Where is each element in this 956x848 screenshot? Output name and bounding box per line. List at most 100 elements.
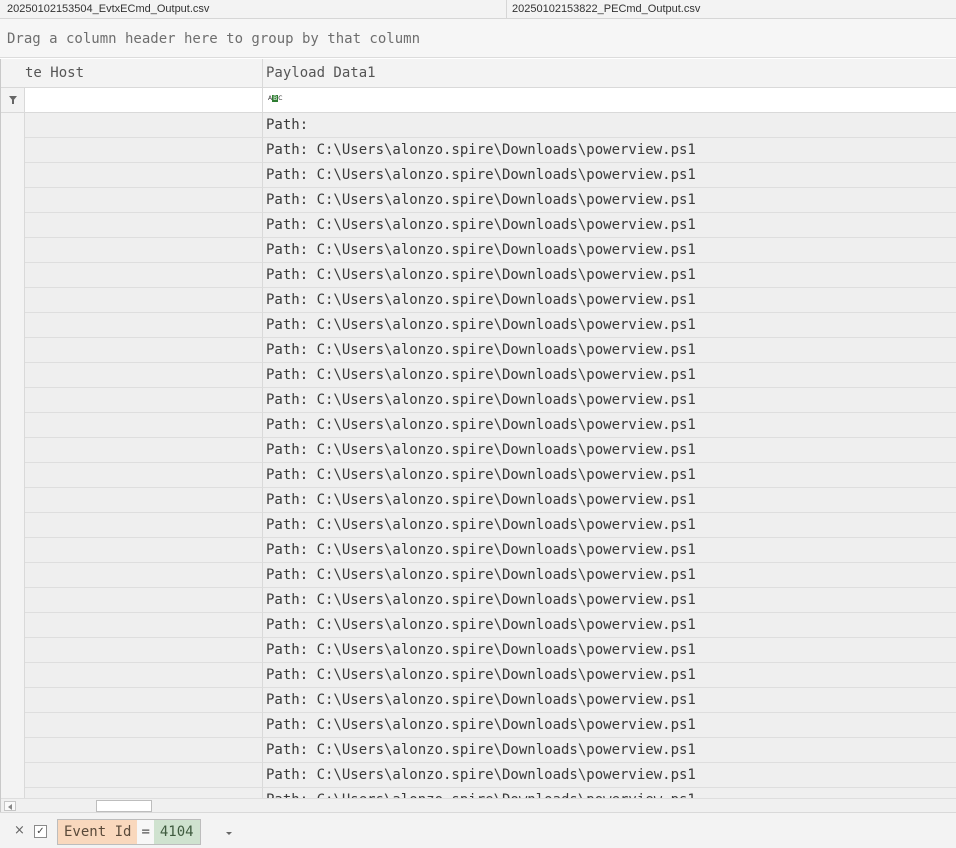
row-indicator[interactable] xyxy=(1,588,25,613)
cell-remote-host[interactable] xyxy=(25,763,262,788)
filter-cell-payload-data1[interactable]: ABC xyxy=(262,88,956,112)
cell-remote-host[interactable] xyxy=(25,338,262,363)
table-row[interactable]: Path: xyxy=(1,113,956,138)
row-indicator[interactable] xyxy=(1,413,25,438)
table-row[interactable]: Path: C:\Users\alonzo.spire\Downloads\po… xyxy=(1,188,956,213)
row-indicator[interactable] xyxy=(1,613,25,638)
cell-payload-data1[interactable]: Path: C:\Users\alonzo.spire\Downloads\po… xyxy=(262,763,956,788)
cell-payload-data1[interactable]: Path: C:\Users\alonzo.spire\Downloads\po… xyxy=(262,738,956,763)
cell-payload-data1[interactable]: Path: C:\Users\alonzo.spire\Downloads\po… xyxy=(262,588,956,613)
table-row[interactable]: Path: C:\Users\alonzo.spire\Downloads\po… xyxy=(1,238,956,263)
table-row[interactable]: Path: C:\Users\alonzo.spire\Downloads\po… xyxy=(1,713,956,738)
row-indicator[interactable] xyxy=(1,738,25,763)
cell-payload-data1[interactable]: Path: C:\Users\alonzo.spire\Downloads\po… xyxy=(262,413,956,438)
table-row[interactable]: Path: C:\Users\alonzo.spire\Downloads\po… xyxy=(1,213,956,238)
cell-remote-host[interactable] xyxy=(25,688,262,713)
cell-payload-data1[interactable]: Path: C:\Users\alonzo.spire\Downloads\po… xyxy=(262,238,956,263)
row-indicator[interactable] xyxy=(1,638,25,663)
table-row[interactable]: Path: C:\Users\alonzo.spire\Downloads\po… xyxy=(1,538,956,563)
cell-remote-host[interactable] xyxy=(25,638,262,663)
table-row[interactable]: Path: C:\Users\alonzo.spire\Downloads\po… xyxy=(1,288,956,313)
table-row[interactable]: Path: C:\Users\alonzo.spire\Downloads\po… xyxy=(1,513,956,538)
cell-remote-host[interactable] xyxy=(25,788,262,798)
cell-remote-host[interactable] xyxy=(25,463,262,488)
cell-payload-data1[interactable]: Path: C:\Users\alonzo.spire\Downloads\po… xyxy=(262,188,956,213)
cell-remote-host[interactable] xyxy=(25,163,262,188)
filter-criteria[interactable]: Event Id = 4104 xyxy=(57,819,201,845)
row-indicator[interactable] xyxy=(1,238,25,263)
enable-filter-checkbox[interactable]: ✓ xyxy=(34,825,47,838)
scroll-thumb[interactable] xyxy=(96,800,152,812)
cell-payload-data1[interactable]: Path: C:\Users\alonzo.spire\Downloads\po… xyxy=(262,538,956,563)
tab-pecmd-output[interactable]: 20250102153822_PECmd_Output.csv xyxy=(507,0,956,18)
row-indicator[interactable] xyxy=(1,688,25,713)
row-indicator[interactable] xyxy=(1,313,25,338)
cell-remote-host[interactable] xyxy=(25,138,262,163)
table-row[interactable]: Path: C:\Users\alonzo.spire\Downloads\po… xyxy=(1,313,956,338)
cell-remote-host[interactable] xyxy=(25,263,262,288)
cell-payload-data1[interactable]: Path: C:\Users\alonzo.spire\Downloads\po… xyxy=(262,713,956,738)
column-header-remote-host[interactable]: te Host xyxy=(25,59,261,87)
tab-evtxecmd-output[interactable]: 20250102153504_EvtxECmd_Output.csv xyxy=(0,0,507,18)
row-indicator[interactable] xyxy=(1,563,25,588)
row-indicator[interactable] xyxy=(1,538,25,563)
table-row[interactable]: Path: C:\Users\alonzo.spire\Downloads\po… xyxy=(1,588,956,613)
row-indicator[interactable] xyxy=(1,713,25,738)
row-indicator[interactable] xyxy=(1,338,25,363)
table-row[interactable]: Path: C:\Users\alonzo.spire\Downloads\po… xyxy=(1,438,956,463)
row-indicator[interactable] xyxy=(1,288,25,313)
row-indicator[interactable] xyxy=(1,363,25,388)
cell-remote-host[interactable] xyxy=(25,313,262,338)
cell-remote-host[interactable] xyxy=(25,488,262,513)
cell-payload-data1[interactable]: Path: C:\Users\alonzo.spire\Downloads\po… xyxy=(262,263,956,288)
cell-remote-host[interactable] xyxy=(25,238,262,263)
row-indicator[interactable] xyxy=(1,463,25,488)
row-indicator[interactable] xyxy=(1,263,25,288)
cell-remote-host[interactable] xyxy=(25,388,262,413)
cell-payload-data1[interactable]: Path: C:\Users\alonzo.spire\Downloads\po… xyxy=(262,688,956,713)
cell-payload-data1[interactable]: Path: C:\Users\alonzo.spire\Downloads\po… xyxy=(262,563,956,588)
cell-payload-data1[interactable]: Path: C:\Users\alonzo.spire\Downloads\po… xyxy=(262,513,956,538)
row-indicator[interactable] xyxy=(1,513,25,538)
scroll-left-arrow-icon[interactable] xyxy=(4,801,16,811)
table-row[interactable]: Path: C:\Users\alonzo.spire\Downloads\po… xyxy=(1,688,956,713)
cell-remote-host[interactable] xyxy=(25,213,262,238)
cell-payload-data1[interactable]: Path: C:\Users\alonzo.spire\Downloads\po… xyxy=(262,388,956,413)
row-indicator[interactable] xyxy=(1,163,25,188)
cell-payload-data1[interactable]: Path: xyxy=(262,113,956,138)
table-row[interactable]: Path: C:\Users\alonzo.spire\Downloads\po… xyxy=(1,463,956,488)
table-row[interactable]: Path: C:\Users\alonzo.spire\Downloads\po… xyxy=(1,163,956,188)
cell-remote-host[interactable] xyxy=(25,413,262,438)
row-indicator[interactable] xyxy=(1,213,25,238)
cell-remote-host[interactable] xyxy=(25,713,262,738)
cell-payload-data1[interactable]: Path: C:\Users\alonzo.spire\Downloads\po… xyxy=(262,463,956,488)
table-row[interactable]: Path: C:\Users\alonzo.spire\Downloads\po… xyxy=(1,763,956,788)
table-row[interactable]: Path: C:\Users\alonzo.spire\Downloads\po… xyxy=(1,338,956,363)
column-header-payload-data1[interactable]: Payload Data1 xyxy=(262,59,956,87)
table-row[interactable]: Path: C:\Users\alonzo.spire\Downloads\po… xyxy=(1,613,956,638)
table-row[interactable]: Path: C:\Users\alonzo.spire\Downloads\po… xyxy=(1,638,956,663)
filter-dropdown-chevron-down-icon[interactable] xyxy=(226,832,232,835)
row-indicator[interactable] xyxy=(1,113,25,138)
cell-payload-data1[interactable]: Path: C:\Users\alonzo.spire\Downloads\po… xyxy=(262,313,956,338)
table-row[interactable]: Path: C:\Users\alonzo.spire\Downloads\po… xyxy=(1,788,956,798)
table-row[interactable]: Path: C:\Users\alonzo.spire\Downloads\po… xyxy=(1,388,956,413)
table-row[interactable]: Path: C:\Users\alonzo.spire\Downloads\po… xyxy=(1,363,956,388)
horizontal-scrollbar[interactable] xyxy=(1,798,956,812)
cell-remote-host[interactable] xyxy=(25,188,262,213)
cell-payload-data1[interactable]: Path: C:\Users\alonzo.spire\Downloads\po… xyxy=(262,338,956,363)
table-row[interactable]: Path: C:\Users\alonzo.spire\Downloads\po… xyxy=(1,488,956,513)
cell-payload-data1[interactable]: Path: C:\Users\alonzo.spire\Downloads\po… xyxy=(262,638,956,663)
cell-remote-host[interactable] xyxy=(25,363,262,388)
table-row[interactable]: Path: C:\Users\alonzo.spire\Downloads\po… xyxy=(1,563,956,588)
filter-cell-remote-host[interactable] xyxy=(25,88,262,112)
cell-payload-data1[interactable]: Path: C:\Users\alonzo.spire\Downloads\po… xyxy=(262,138,956,163)
cell-remote-host[interactable] xyxy=(25,563,262,588)
cell-remote-host[interactable] xyxy=(25,588,262,613)
cell-remote-host[interactable] xyxy=(25,513,262,538)
cell-payload-data1[interactable]: Path: C:\Users\alonzo.spire\Downloads\po… xyxy=(262,788,956,798)
row-indicator[interactable] xyxy=(1,138,25,163)
row-indicator[interactable] xyxy=(1,388,25,413)
text-filter-icon[interactable]: ABC xyxy=(268,95,282,103)
group-by-panel[interactable]: Drag a column header here to group by th… xyxy=(0,19,956,58)
